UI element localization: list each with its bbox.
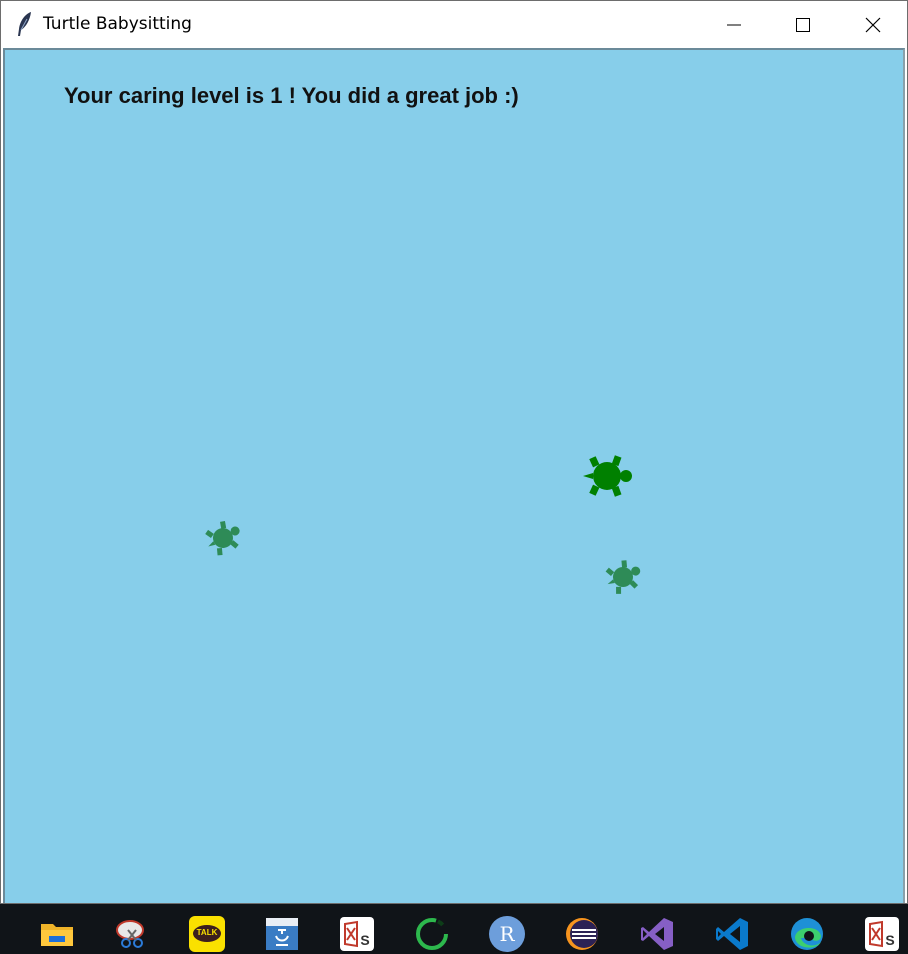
svg-text:S: S [360, 932, 369, 948]
svg-text:S: S [885, 932, 894, 948]
file-explorer-icon[interactable] [39, 916, 75, 952]
window-title: Turtle Babysitting [43, 14, 192, 34]
turtle-canvas[interactable]: Your caring level is 1 ! You did a great… [3, 48, 905, 903]
eclipse-icon[interactable] [564, 916, 600, 952]
progress-ring-app-icon[interactable] [414, 916, 450, 952]
minimize-icon [726, 24, 741, 25]
baby-turtle [205, 521, 240, 556]
spreadsheet-icon[interactable]: S [339, 916, 375, 952]
app-window: Turtle Babysitting Your caring level is … [0, 0, 908, 904]
baby-turtle [605, 560, 641, 594]
visual-studio-icon[interactable] [639, 916, 675, 952]
r-label: R [499, 922, 515, 946]
spreadsheet-icon-2[interactable]: S [864, 916, 900, 952]
player-turtle [583, 455, 632, 497]
close-button[interactable] [838, 1, 907, 48]
edge-icon[interactable] [789, 916, 825, 952]
close-icon [865, 17, 880, 32]
taskbar: TALK S R S [0, 904, 908, 954]
feather-icon [18, 12, 31, 36]
title-bar[interactable]: Turtle Babysitting [1, 1, 907, 48]
kakao-label: TALK [196, 928, 218, 937]
maximize-icon [795, 17, 810, 32]
vscode-icon[interactable] [714, 916, 750, 952]
kakaotalk-icon[interactable]: TALK [189, 916, 225, 952]
r-language-icon[interactable]: R [489, 916, 525, 952]
caring-level-message: Your caring level is 1 ! You did a great… [64, 83, 519, 108]
minimize-button[interactable] [699, 1, 768, 48]
hangul-word-icon[interactable] [264, 916, 300, 952]
snipping-tool-icon[interactable] [114, 916, 150, 952]
maximize-button[interactable] [768, 1, 837, 48]
